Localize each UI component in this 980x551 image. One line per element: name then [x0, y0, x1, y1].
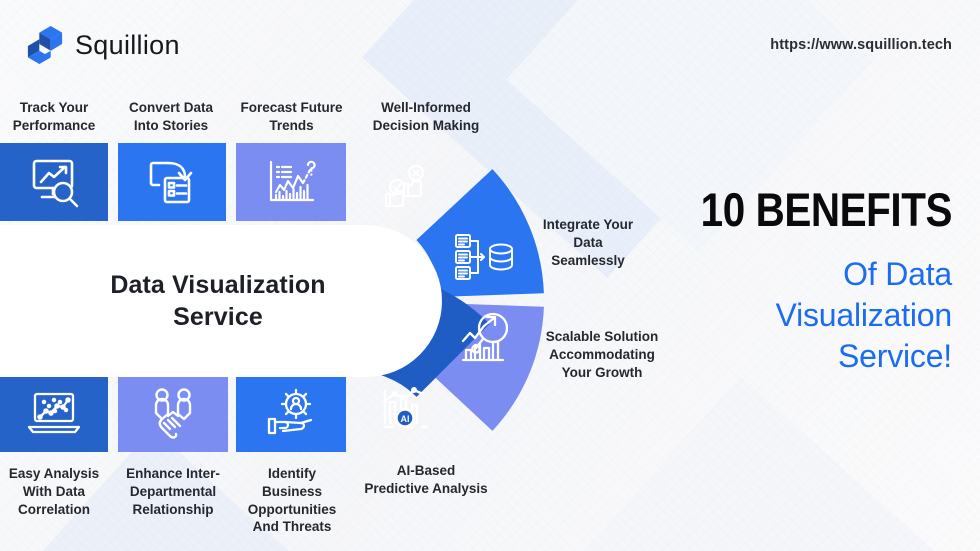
tile-label-enhance-relationship: Enhance Inter- Departmental Relationship [126, 466, 220, 517]
center-title-line1: Data Visualization [110, 271, 326, 299]
brand-name: Squillion [75, 29, 180, 60]
headline-sub-line-3: Service! [838, 337, 952, 374]
tile-identify-opportunities[interactable] [236, 374, 346, 452]
tile-convert-data[interactable] [118, 143, 226, 221]
tile-track-performance[interactable] [0, 143, 108, 221]
tile-easy-analysis[interactable] [0, 374, 108, 452]
laptop-scatter-plot-icon [27, 392, 81, 434]
arc-label-well-informed: Well-Informed Decision Making [372, 100, 480, 133]
data-integration-database-icon [455, 234, 513, 280]
arc-label-ai-based: AI-Based Predictive Analysis [364, 463, 488, 496]
document-transfer-arrow-icon [149, 161, 193, 204]
brand-logo[interactable]: Squillion [26, 24, 180, 66]
infographic-canvas: Squillion https://www.squillion.tech Tra… [0, 0, 980, 551]
headline-block: 10 BENEFITS Of Data Visualization Servic… [652, 183, 953, 377]
tile-forecast-trends[interactable] [236, 143, 346, 221]
ai-bar-chart-icon: AI [383, 387, 429, 429]
site-url[interactable]: https://www.squillion.tech [770, 37, 952, 53]
growth-chart-magnifier-icon [461, 312, 509, 362]
headline-sub-line-2: Visualization [775, 296, 953, 333]
headline-sub-line-1: Of Data [843, 256, 952, 292]
tile-label-track-performance: Track Your Performance [12, 100, 96, 133]
tile-label-forecast-trends: Forecast Future Trends [240, 100, 343, 133]
tile-label-identify-opportunities: Identify Business Opportunities And Threats [247, 466, 337, 535]
center-title-pod: Data Visualization Service [0, 225, 442, 377]
headline-main: 10 BENEFITS [700, 183, 953, 236]
thumbs-up-down-check-cross-icon [384, 164, 425, 208]
monitor-chart-magnifier-icon [32, 159, 79, 208]
center-title-line2: Service [173, 303, 263, 331]
squillion-s-logo-icon [27, 26, 63, 64]
headline-sub: Of Data Visualization Service! [652, 254, 953, 377]
trend-forecast-question-icon [269, 160, 316, 202]
handshake-icon [154, 388, 192, 439]
center-title: Data Visualization Service [76, 269, 325, 333]
tile-label-easy-analysis: Easy Analysis With Data Correlation [8, 466, 100, 517]
hand-holding-user-icon [267, 388, 313, 435]
tile-enhance-relationship[interactable] [118, 374, 228, 452]
svg-text:AI: AI [401, 414, 410, 424]
tile-label-convert-data: Convert Data Into Stories [128, 100, 214, 133]
